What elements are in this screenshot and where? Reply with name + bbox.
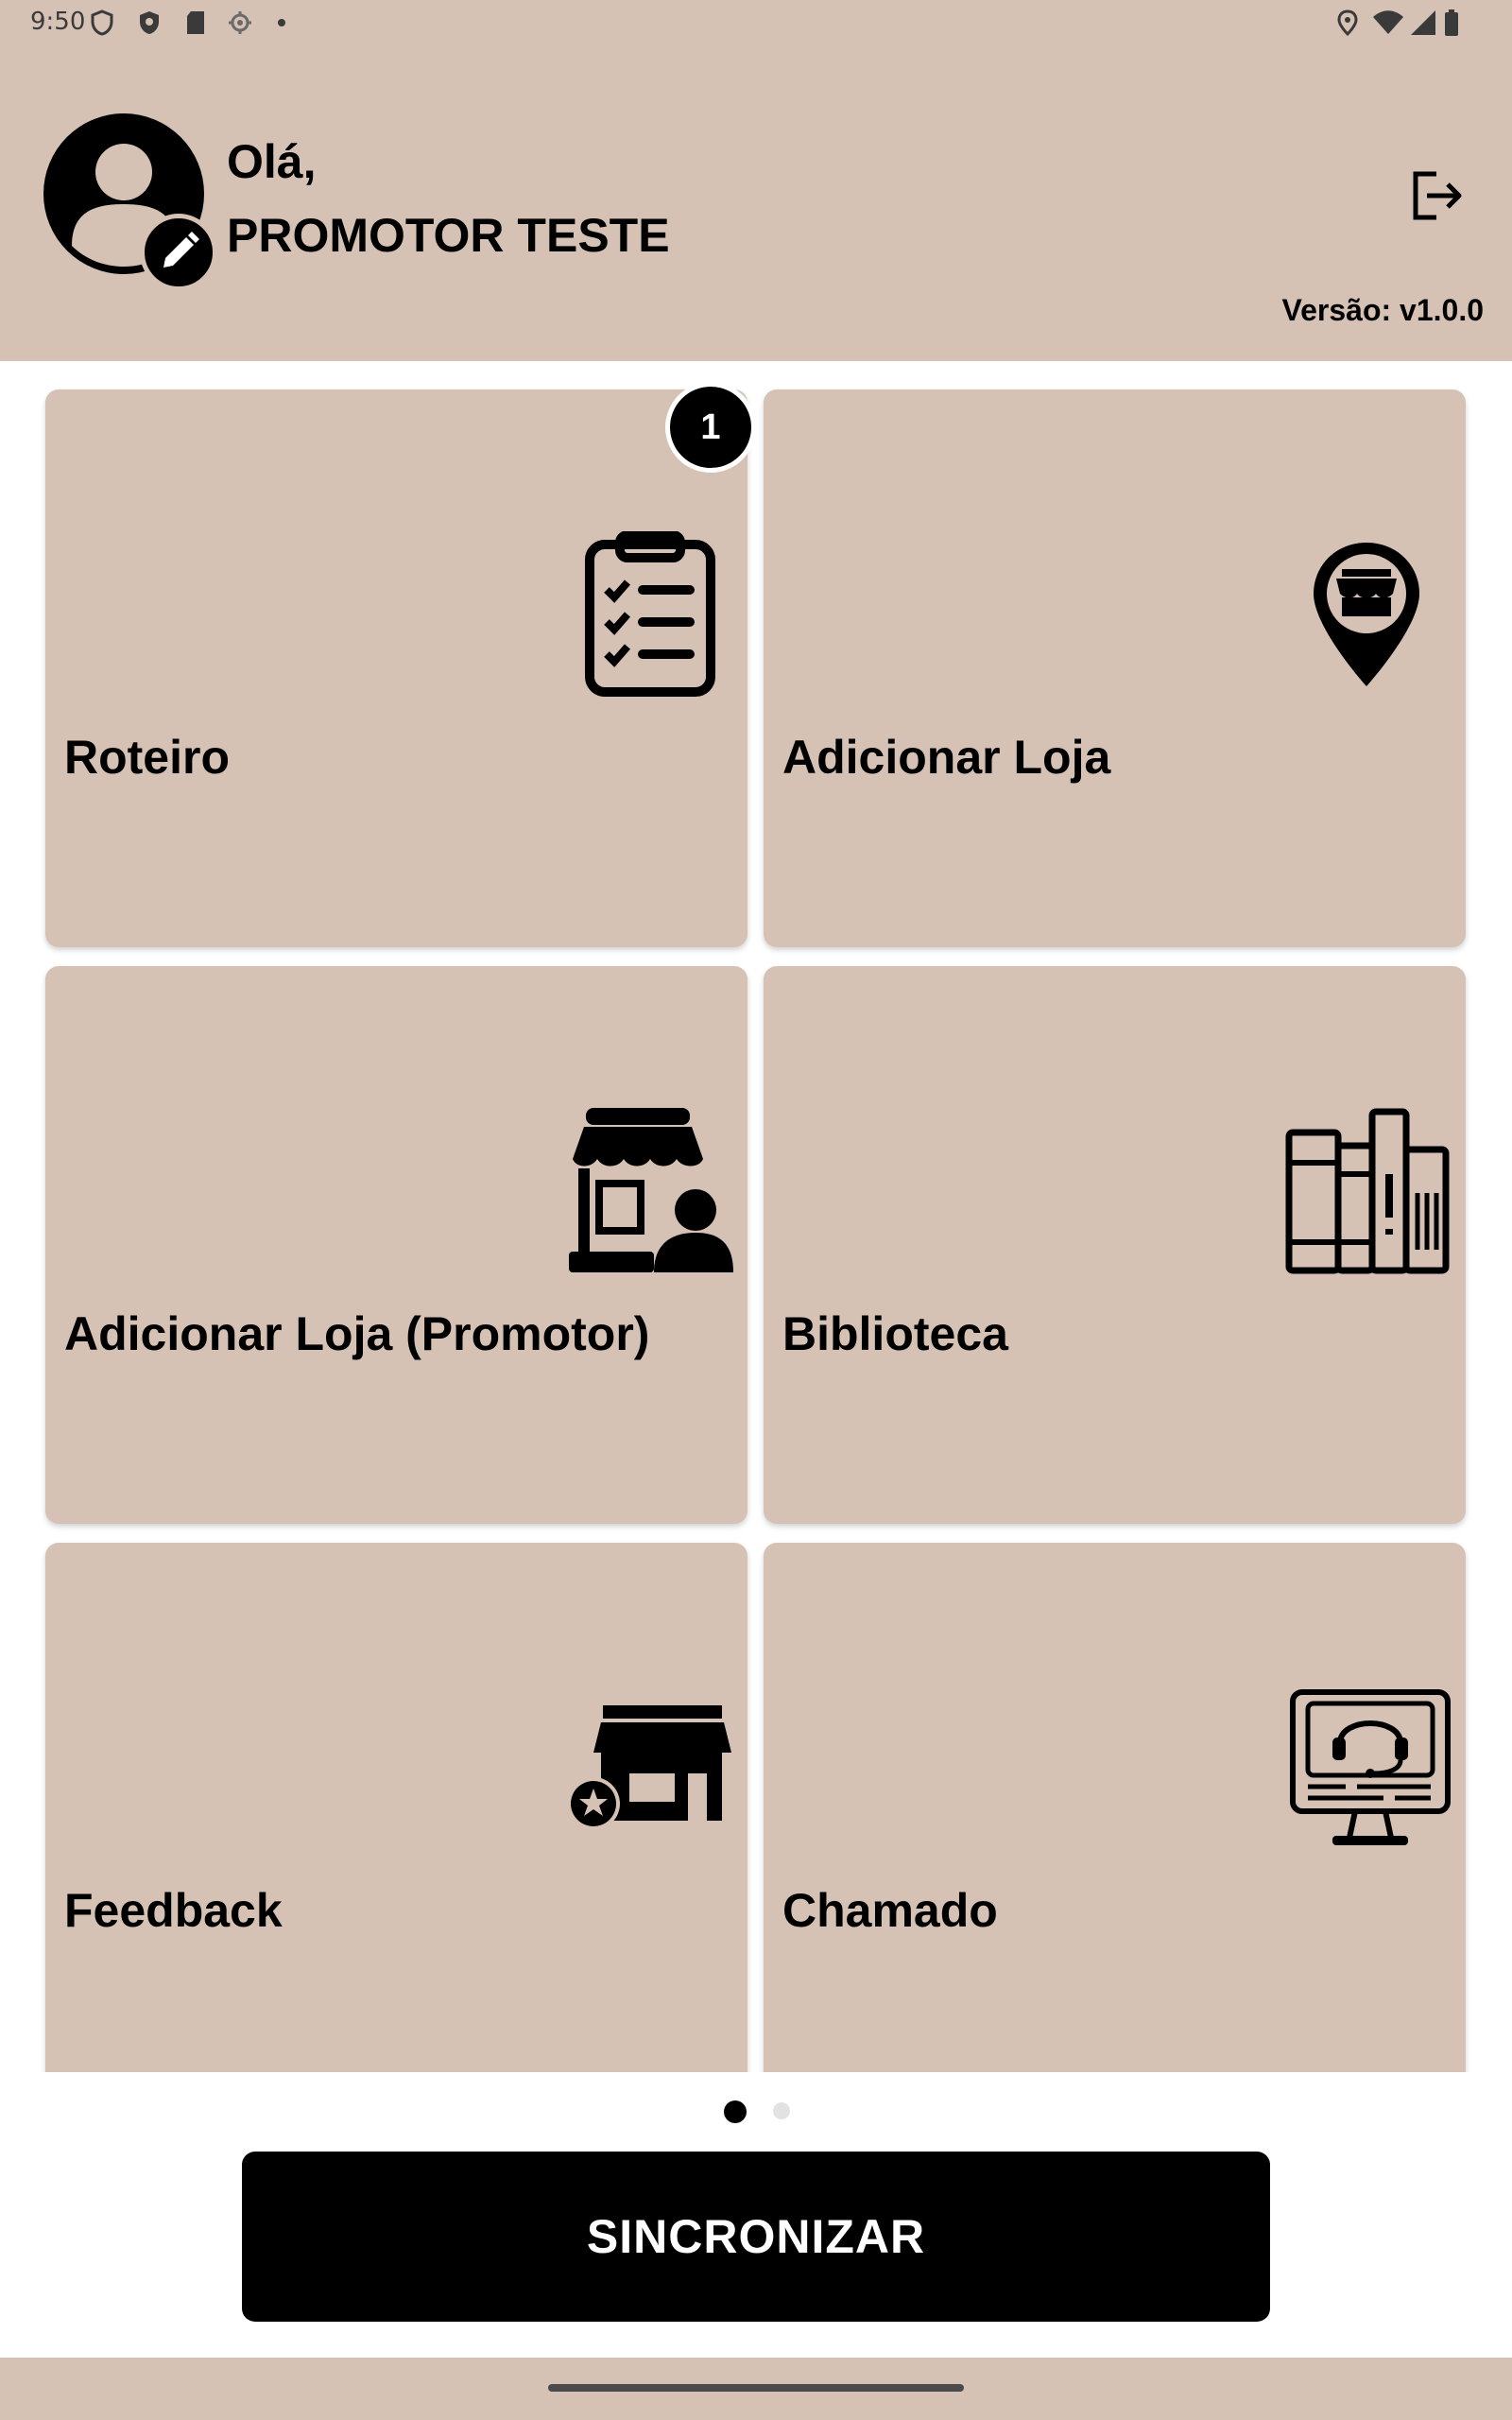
page-indicator: [0, 2089, 1512, 2127]
tile-roteiro[interactable]: Roteiro: [45, 389, 747, 947]
tile-label: Roteiro: [64, 731, 230, 784]
sd-card-icon: [187, 11, 204, 34]
user-name: PROMOTOR TESTE: [227, 209, 670, 262]
status-bar: 9:50: [0, 0, 1512, 45]
dot-icon: [278, 19, 285, 26]
edit-avatar-button[interactable]: [140, 214, 217, 291]
support-monitor-icon: [1290, 1689, 1451, 1845]
tile-biblioteca[interactable]: Biblioteca: [764, 966, 1466, 1524]
gps-icon: [229, 11, 251, 34]
logout-icon: [1413, 171, 1462, 220]
clipboard-checklist-icon: [585, 531, 715, 697]
tile-label: Adicionar Loja: [782, 731, 1111, 784]
shield-outline-icon: [91, 9, 113, 36]
page-dot-active[interactable]: [724, 2100, 747, 2123]
notification-badge: 1: [665, 382, 756, 473]
tile-label: Chamado: [782, 1884, 998, 1937]
tile-adicionar-loja-promotor[interactable]: Adicionar Loja (Promotor): [45, 966, 747, 1524]
greeting: Olá, PROMOTOR TESTE: [227, 125, 670, 272]
status-time: 9:50: [30, 8, 86, 36]
tile-adicionar-loja[interactable]: Adicionar Loja: [764, 389, 1466, 947]
page-dot[interactable]: [773, 2102, 790, 2119]
books-icon: [1285, 1108, 1450, 1274]
sync-button[interactable]: SINCRONIZAR: [242, 2152, 1270, 2322]
battery-icon: [1445, 9, 1458, 36]
menu-grid: Roteiro 1 Adicionar Loja Adicionar Loja …: [0, 361, 1512, 2072]
store-star-icon: [567, 1705, 731, 1830]
navigation-bar: [0, 2358, 1512, 2420]
logout-button[interactable]: [1408, 166, 1467, 225]
shield-icon: [140, 11, 159, 34]
app-version: Versão: v1.0.0: [1281, 293, 1484, 327]
store-person-icon: [569, 1108, 733, 1272]
home-gesture-handle[interactable]: [548, 2384, 964, 2392]
tile-label: Biblioteca: [782, 1307, 1008, 1360]
signal-icon: [1411, 10, 1435, 35]
tile-chamado[interactable]: Chamado: [764, 1543, 1466, 2072]
tile-label: Feedback: [64, 1884, 283, 1937]
tile-label: Adicionar Loja (Promotor): [64, 1307, 650, 1360]
wifi-icon: [1373, 10, 1403, 34]
greeting-text: Olá,: [227, 135, 317, 188]
location-icon: [1337, 9, 1358, 36]
header: Olá, PROMOTOR TESTE Versão: v1.0.0: [0, 45, 1512, 361]
store-pin-icon: [1314, 543, 1419, 686]
edit-icon: [163, 232, 199, 268]
tile-feedback[interactable]: Feedback: [45, 1543, 747, 2072]
